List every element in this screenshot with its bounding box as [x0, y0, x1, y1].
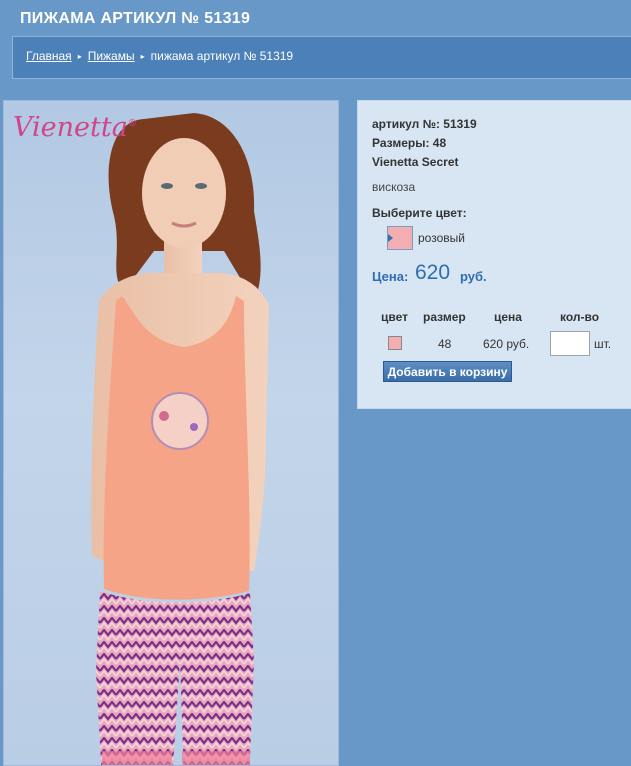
page-title: ПИЖАМА АРТИКУЛ № 51319: [20, 10, 251, 27]
price-label: Цена:: [372, 269, 409, 284]
breadcrumb-bar: Главная ▸ Пижамы ▸ пижама артикул № 51319: [12, 36, 631, 79]
color-name: розовый: [418, 231, 465, 245]
product-image[interactable]: Vienetta®: [3, 100, 339, 766]
breadcrumb-separator-icon: ▸: [140, 52, 145, 61]
material: вискоза: [372, 180, 416, 194]
product-info-panel: артикул №: 51319 Размеры: 48 Vienetta Se…: [357, 100, 631, 409]
row-color-swatch: [388, 336, 402, 350]
breadcrumb-home-link[interactable]: Главная: [26, 49, 72, 63]
model-photo-illustration: [91, 113, 269, 765]
row-size: 48: [438, 337, 452, 351]
brand-logo-text: Vienetta: [13, 112, 128, 143]
choose-color-label: Выберите цвет:: [372, 206, 467, 220]
price-unit: руб.: [460, 269, 487, 284]
brand-logo: Vienetta®: [13, 112, 137, 143]
registered-mark-icon: ®: [127, 119, 137, 129]
breadcrumb: Главная ▸ Пижамы ▸ пижама артикул № 51319: [26, 49, 293, 63]
brand-name: Vienetta Secret: [372, 155, 459, 169]
selected-indicator-icon: [388, 234, 393, 242]
breadcrumb-current: пижама артикул № 51319: [150, 49, 294, 63]
column-header-quantity: кол-во: [560, 310, 600, 324]
price-value: 620: [415, 261, 451, 284]
color-option-pink[interactable]: [387, 226, 413, 250]
column-header-price: цена: [494, 310, 522, 324]
column-header-size: размер: [423, 310, 466, 324]
article-number: артикул №: 51319: [372, 117, 477, 131]
row-price: 620 руб.: [483, 337, 530, 351]
add-to-cart-button[interactable]: Добавить в корзину: [383, 361, 512, 382]
quantity-input[interactable]: [550, 331, 590, 356]
sizes: Размеры: 48: [372, 136, 447, 150]
breadcrumb-separator-icon: ▸: [77, 52, 82, 61]
breadcrumb-category-link[interactable]: Пижамы: [88, 49, 135, 63]
row-unit: шт.: [594, 337, 612, 351]
column-header-color: цвет: [381, 310, 408, 324]
